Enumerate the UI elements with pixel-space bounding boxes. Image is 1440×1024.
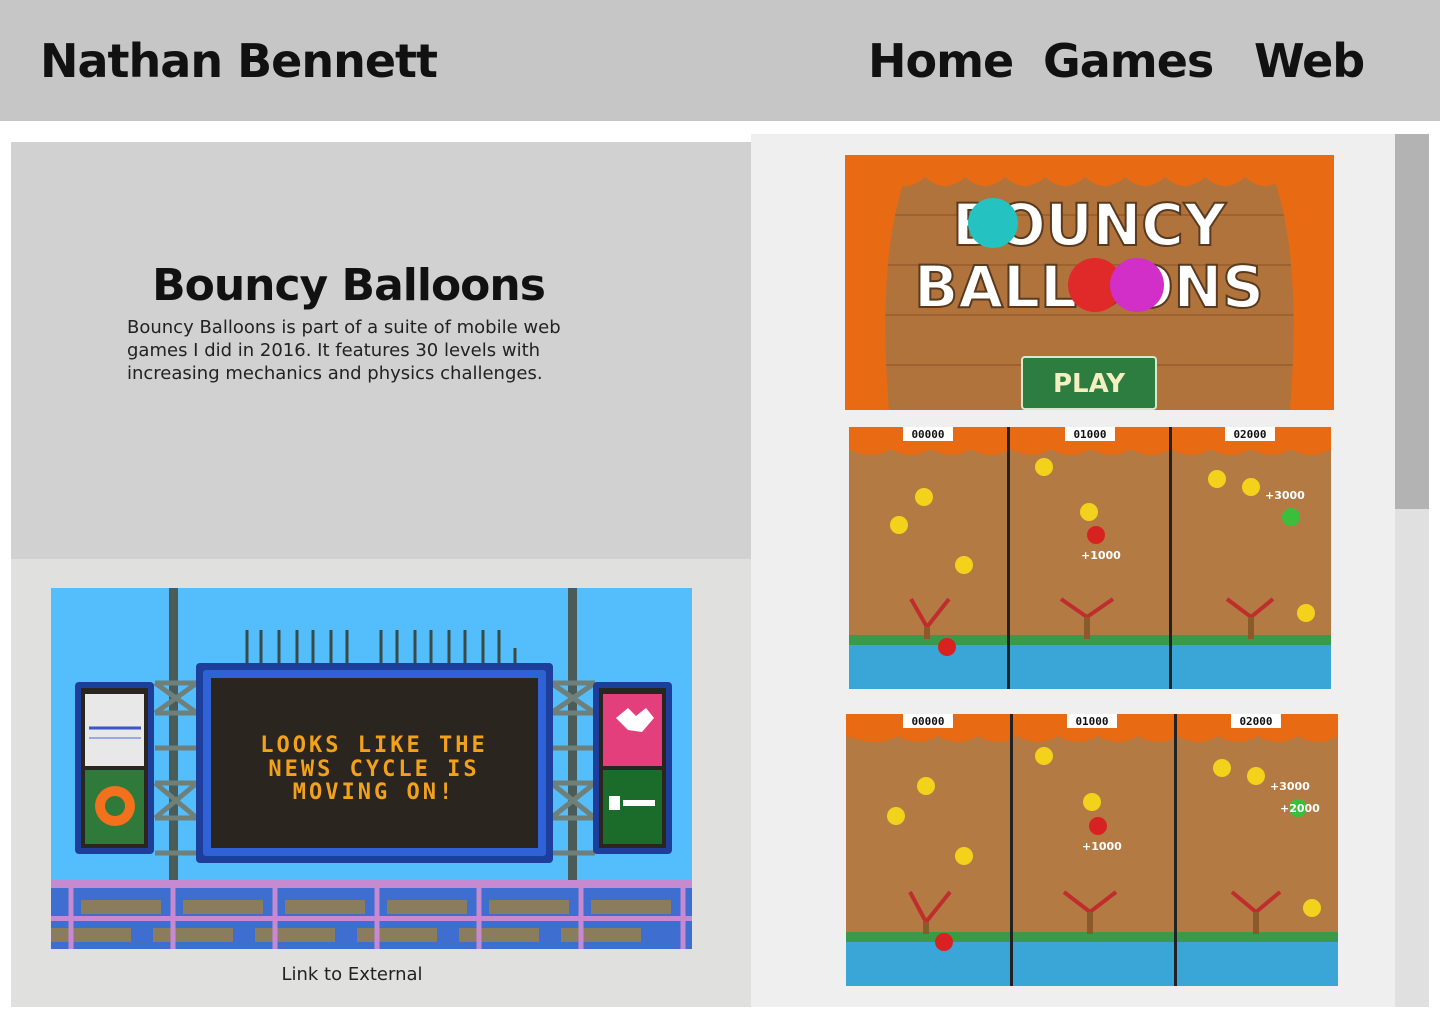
nav-home-link[interactable]: Home <box>868 34 1014 88</box>
gallery-scrollbar-thumb[interactable] <box>1395 134 1429 509</box>
score-2: 01000 <box>1073 428 1106 441</box>
title-screen-thumbnail[interactable]: BOUNCY BALLOONS PLAY <box>845 155 1334 410</box>
score-1b: 00000 <box>911 715 944 728</box>
popup-2000b: +2000 <box>1280 802 1320 815</box>
gameplay-thumbnail-1[interactable]: 00000 01000 02000 +1000 +3000 <box>849 427 1331 689</box>
popup-1000: +1000 <box>1081 549 1121 562</box>
project-description: Bouncy Balloons is part of a suite of mo… <box>127 317 561 384</box>
external-link[interactable]: Link to External <box>11 964 693 985</box>
popup-3000b: +3000 <box>1270 780 1310 793</box>
scoreboard-line-1: LOOKS LIKE THE <box>260 733 487 758</box>
nav-games-link[interactable]: Games <box>1043 34 1214 88</box>
popup-3000: +3000 <box>1265 489 1305 502</box>
scoreboard-game-screenshot[interactable]: LOOKS LIKE THE NEWS CYCLE IS MOVING ON! <box>51 588 692 949</box>
popup-1000b: +1000 <box>1082 840 1122 853</box>
site-brand[interactable]: Nathan Bennett <box>40 34 438 88</box>
scoreboard-line-3: MOVING ON! <box>293 780 455 805</box>
project-info-panel: Bouncy Balloons Bouncy Balloons is part … <box>11 142 751 559</box>
gameplay-thumbnail-2[interactable]: 00000 01000 02000 +1000 +3000 +2000 <box>846 714 1338 986</box>
nav-web-link[interactable]: Web <box>1254 34 1365 88</box>
play-button-label: PLAY <box>1053 369 1126 399</box>
score-1: 00000 <box>911 428 944 441</box>
score-3b: 02000 <box>1239 715 1272 728</box>
scoreboard-line-2: NEWS CYCLE IS <box>268 757 479 782</box>
featured-game-panel: LOOKS LIKE THE NEWS CYCLE IS MOVING ON! <box>11 559 751 1007</box>
score-3: 02000 <box>1233 428 1266 441</box>
project-title: Bouncy Balloons <box>152 260 546 311</box>
score-2b: 01000 <box>1075 715 1108 728</box>
top-navbar: Nathan Bennett Home Games Web <box>0 0 1440 121</box>
